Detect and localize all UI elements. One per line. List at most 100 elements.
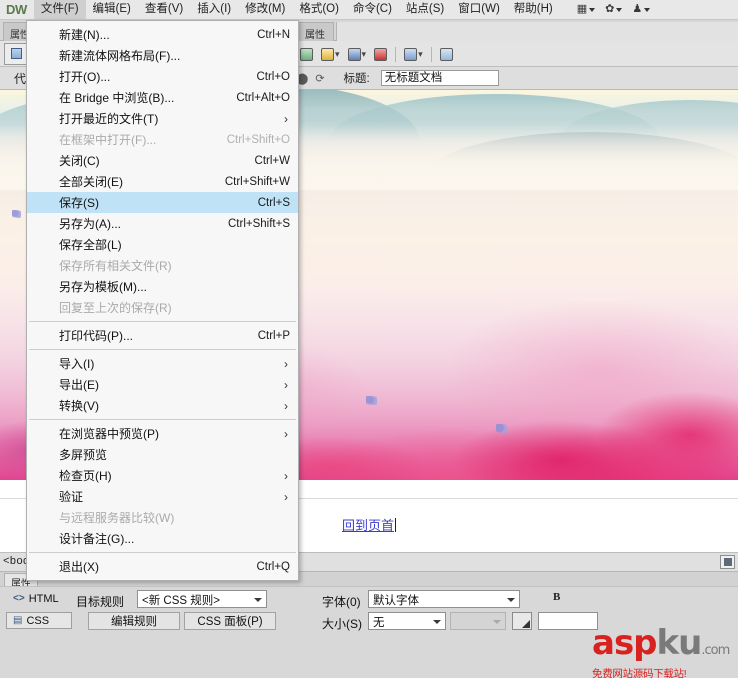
refresh-icon[interactable]: ⟳ [315, 72, 324, 85]
gear-icon[interactable]: ✿ [600, 1, 627, 19]
chevron-right-icon: › [284, 398, 288, 413]
viewbar-controls: ⬤ ⟳ 标题: 无标题文档 [296, 70, 499, 86]
chevron-down-icon [589, 7, 596, 12]
menu-items: 文件(F) 编辑(E) 查看(V) 插入(I) 修改(M) 格式(O) 命令(C) 站点(S)… [33, 0, 560, 19]
document-title-input[interactable]: 无标题文档 [380, 70, 499, 86]
file-menu-item[interactable]: 多屏预览 [27, 444, 298, 465]
file-menu-item-shortcut: Ctrl+S [257, 196, 290, 209]
file-menu-item: 在框架中打开(F)... Ctrl+Shift+O [27, 129, 298, 150]
target-rule-select[interactable]: <新 CSS 规则> [137, 590, 267, 608]
named-anchor-icon[interactable]: ▾ [345, 46, 370, 63]
menu-1[interactable]: 编辑(E) [86, 0, 138, 19]
file-menu-item[interactable]: 导出(E) › [27, 374, 298, 395]
menu-9[interactable]: 帮助(H) [507, 0, 560, 19]
file-menu-item[interactable]: 在 Bridge 中浏览(B)... Ctrl+Alt+O [27, 87, 298, 108]
hyperlink-glyph-icon [300, 47, 313, 61]
file-menu-item[interactable]: 保存(S) Ctrl+S [27, 192, 298, 213]
menu-3[interactable]: 插入(I) [190, 0, 238, 19]
file-menu-item-shortcut: Ctrl+Shift+S [228, 217, 290, 230]
file-menu-item[interactable]: 检查页(H) › [27, 465, 298, 486]
chevron-right-icon: › [284, 426, 288, 441]
butterfly-icon [496, 424, 507, 433]
chevron-down-icon: ▾ [361, 48, 367, 59]
dreamweaver-logo: DW [6, 2, 27, 17]
menu-4[interactable]: 修改(M) [238, 0, 292, 19]
bold-button[interactable]: B [553, 591, 560, 603]
tab-strip-filler [336, 22, 738, 41]
chevron-down-icon [254, 598, 262, 602]
file-menu-item[interactable]: 另存为模板(M)... [27, 276, 298, 297]
color-hex-input[interactable] [538, 612, 598, 630]
file-menu-item-label: 保存全部(L) [59, 238, 122, 252]
file-menu-item[interactable]: 打印代码(P)... Ctrl+P [27, 325, 298, 346]
file-menu-item-label: 多屏预览 [59, 448, 108, 462]
file-menu-item[interactable]: 设计备注(G)... [27, 528, 298, 549]
image-glyph-icon [439, 47, 453, 61]
file-menu-item[interactable]: 退出(X) Ctrl+Q [27, 556, 298, 577]
menu-5[interactable]: 格式(O) [292, 0, 346, 19]
file-menu-item[interactable]: 全部关闭(E) Ctrl+Shift+W [27, 171, 298, 192]
file-menu-item-shortcut: Ctrl+O [256, 70, 290, 83]
property-inspector: <> HTML ▤ CSS 目标规则 <新 CSS 规则> 编辑规则 CSS 面… [0, 586, 738, 678]
gear-glyph-icon: ✿ [605, 3, 615, 15]
file-menu-item[interactable]: 新建(N)... Ctrl+N [27, 24, 298, 45]
file-menu-item: 与远程服务器比较(W) [27, 507, 298, 528]
hyperlink-icon[interactable] [297, 46, 316, 63]
file-menu-item[interactable]: 另存为(A)... Ctrl+Shift+S [27, 213, 298, 234]
insert-div-icon[interactable]: ▾ [401, 46, 426, 63]
title-label: 标题: [343, 73, 370, 85]
file-menu-item[interactable]: 打开最近的文件(T) › [27, 108, 298, 129]
layout-switcher-icon[interactable]: ▦ [572, 1, 600, 19]
code-brackets-icon: <> [13, 593, 25, 604]
file-menu-item[interactable]: 转换(V) › [27, 395, 298, 416]
file-menu-item-label: 设计备注(G)... [59, 532, 135, 546]
menu-7[interactable]: 站点(S) [399, 0, 451, 19]
chevron-down-icon [644, 7, 651, 12]
menu-2[interactable]: 查看(V) [138, 0, 190, 19]
css-mode-button[interactable]: ▤ CSS [6, 612, 72, 629]
file-menu-item[interactable]: 保存全部(L) [27, 234, 298, 255]
html-mode-label: HTML [28, 592, 59, 605]
file-menu-item-label: 打开最近的文件(T) [59, 112, 159, 126]
break-link-icon[interactable] [371, 46, 390, 63]
file-menu-item[interactable]: 关闭(C) Ctrl+W [27, 150, 298, 171]
menu-6[interactable]: 命令(C) [346, 0, 399, 19]
div-glyph-icon [404, 47, 418, 61]
file-menu-item[interactable]: 新建流体网格布局(F)... [27, 45, 298, 66]
dock-panel-icon[interactable] [4, 42, 28, 65]
file-menu-item-shortcut: Ctrl+N [257, 28, 290, 41]
file-menu-item: 保存所有相关文件(R) [27, 255, 298, 276]
chevron-down-icon [616, 7, 623, 12]
file-menu-item-label: 另存为(A)... [59, 217, 121, 231]
menu-0[interactable]: 文件(F) [33, 0, 86, 19]
file-menu-item-label: 转换(V) [59, 399, 99, 413]
file-menu-item[interactable]: 验证 › [27, 486, 298, 507]
insert-image-icon[interactable] [437, 46, 456, 63]
file-menu-item-label: 保存(S) [59, 196, 99, 210]
dreamweaver-window: DW 文件(F) 编辑(E) 查看(V) 插入(I) 修改(M) 格式(O) 命令(C) 站点… [0, 0, 738, 678]
color-swatch-button[interactable] [512, 612, 532, 630]
file-menu-item-label: 导出(E) [59, 378, 99, 392]
menu-8[interactable]: 窗口(W) [451, 0, 507, 19]
file-menu-item[interactable]: 在浏览器中预览(P) › [27, 423, 298, 444]
file-menu-item-label: 在 Bridge 中浏览(B)... [59, 91, 175, 105]
size-select[interactable]: 无 [368, 612, 446, 630]
file-menu-item-label: 回复至上次的保存(R) [59, 301, 172, 315]
toolbar-divider [430, 46, 432, 62]
file-menu-item[interactable]: 导入(I) › [27, 353, 298, 374]
chevron-down-icon: ▾ [418, 48, 423, 59]
window-size-icon[interactable] [720, 555, 735, 569]
html-mode-button[interactable]: <> HTML [6, 590, 72, 607]
site-icon[interactable]: ♟ [627, 1, 655, 19]
file-menu-item[interactable]: 打开(O)... Ctrl+O [27, 66, 298, 87]
panel-tab-right[interactable]: 属性 [298, 22, 334, 41]
back-to-top-link[interactable]: 回到页首 [342, 519, 394, 534]
css-panel-button[interactable]: CSS 面板(P) [184, 612, 276, 630]
email-link-icon[interactable]: ▾ [318, 46, 343, 63]
file-menu-item-label: 在框架中打开(F)... [59, 133, 157, 147]
file-menu-item-label: 保存所有相关文件(R) [59, 259, 172, 273]
file-menu-item-label: 在浏览器中预览(P) [59, 427, 159, 441]
font-select[interactable]: 默认字体 [368, 590, 520, 608]
menu-bar: DW 文件(F) 编辑(E) 查看(V) 插入(I) 修改(M) 格式(O) 命令(C) 站点… [0, 0, 738, 20]
edit-rule-button[interactable]: 编辑规则 [88, 612, 180, 630]
